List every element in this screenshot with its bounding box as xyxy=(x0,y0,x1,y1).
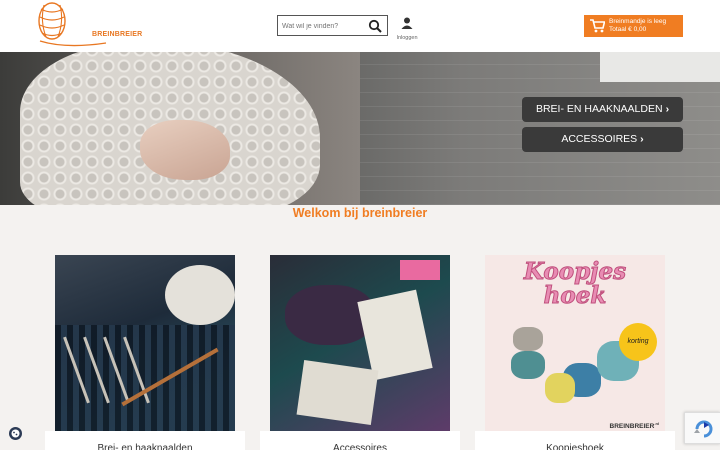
cookie-icon xyxy=(11,429,20,438)
hand-image xyxy=(140,120,230,180)
accessory-package-image xyxy=(357,289,433,381)
accessory-package-image xyxy=(400,260,440,280)
window-image xyxy=(600,52,720,82)
chevron-right-icon: › xyxy=(665,103,670,115)
search-box xyxy=(277,15,388,36)
yarn-image xyxy=(511,351,545,379)
yarn-image xyxy=(513,327,543,351)
hero-button-needles-label: BREI- EN HAAKNAALDEN xyxy=(535,103,663,115)
category-card-bargains[interactable]: Koopjes hoek korting BREINBREIER.nl xyxy=(485,255,665,434)
login-link[interactable]: Inloggen xyxy=(394,16,420,41)
breinbreier-logo[interactable]: BREINBREIER xyxy=(36,1,142,49)
cart-button[interactable]: Breinmandje is leeg Totaal € 0,00 xyxy=(584,15,683,37)
search-input[interactable] xyxy=(282,19,364,33)
recaptcha-badge[interactable] xyxy=(684,412,720,444)
cart-icon xyxy=(590,19,605,33)
category-label-bargains[interactable]: Koopjeshoek xyxy=(475,431,675,450)
cart-status: Breinmandje is leeg xyxy=(609,18,667,25)
category-label-accessories[interactable]: Accessoires xyxy=(260,431,460,450)
bargain-image-brand: BREINBREIER.nl xyxy=(609,420,659,430)
search-button[interactable] xyxy=(368,19,382,33)
hero-button-accessories[interactable]: ACCESSOIRES › xyxy=(522,127,683,152)
cart-total: Totaal € 0,00 xyxy=(609,26,647,33)
recaptcha-icon xyxy=(694,420,713,438)
category-label-needles[interactable]: Brei- en haaknaalden xyxy=(45,431,245,450)
site-header: BREINBREIER Inloggen Breinmandje is leeg… xyxy=(0,0,720,52)
user-icon xyxy=(401,17,413,29)
category-card-needles[interactable] xyxy=(55,255,235,434)
cart-summary: Breinmandje is leeg Totaal € 0,00 xyxy=(609,18,666,34)
category-card-accessories[interactable] xyxy=(270,255,450,434)
chevron-right-icon: › xyxy=(640,133,644,145)
accessory-package-image xyxy=(296,360,379,425)
cookie-settings-button[interactable] xyxy=(9,427,22,440)
needle-roll-image xyxy=(55,325,235,434)
welcome-heading: Welkom bij breinbreier xyxy=(292,206,428,220)
bargain-image-title: Koopjes hoek xyxy=(523,258,627,309)
yarn-image xyxy=(165,265,235,325)
yarn-ball-logo-icon xyxy=(38,2,107,47)
logo-text: BREINBREIER xyxy=(92,31,143,38)
hero-button-accessories-label: ACCESSOIRES xyxy=(561,133,638,145)
hero-banner: BREI- EN HAAKNAALDEN › ACCESSOIRES › xyxy=(0,52,720,205)
login-label: Inloggen xyxy=(396,35,418,41)
hero-button-needles[interactable]: BREI- EN HAAKNAALDEN › xyxy=(522,97,683,122)
yarn-image xyxy=(545,373,575,403)
search-icon xyxy=(368,19,382,33)
discount-badge: korting xyxy=(619,323,657,361)
